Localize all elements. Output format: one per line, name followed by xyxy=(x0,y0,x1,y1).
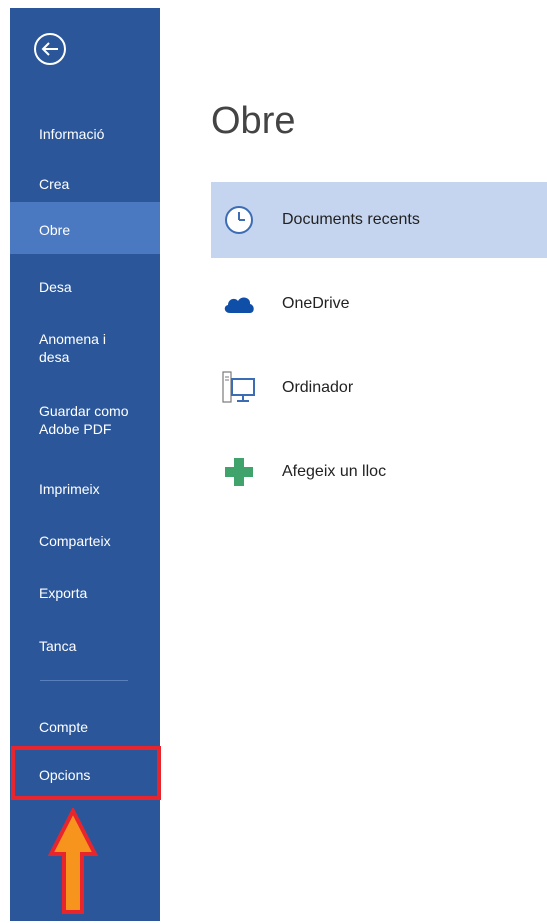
backstage-sidebar: Informació Crea Obre Desa Anomena i desa… xyxy=(10,8,160,921)
nav-item-label: Obre xyxy=(39,222,71,238)
location-onedrive[interactable]: OneDrive xyxy=(211,266,547,342)
nav-item-opcions[interactable]: Opcions xyxy=(10,748,160,800)
location-label: OneDrive xyxy=(282,295,350,312)
cloud-icon xyxy=(219,284,259,324)
nav-item-label: Guardar como Adobe PDF xyxy=(39,403,129,437)
up-arrow-icon xyxy=(48,808,98,914)
backstage-view: Informació Crea Obre Desa Anomena i desa… xyxy=(0,0,547,923)
nav-item-label: Desa xyxy=(39,279,72,295)
nav-item-label: Opcions xyxy=(39,767,91,783)
nav-item-crea[interactable]: Crea xyxy=(10,171,160,201)
nav-item-desa[interactable]: Desa xyxy=(10,274,160,304)
back-arrow-icon xyxy=(34,33,66,65)
nav-item-tanca[interactable]: Tanca xyxy=(10,633,160,663)
page-title: Obre xyxy=(211,100,296,142)
nav-divider xyxy=(40,680,128,681)
nav-item-label: Tanca xyxy=(39,638,77,654)
nav-item-label: Informació xyxy=(39,126,105,142)
plus-icon xyxy=(219,452,259,492)
clock-icon xyxy=(219,200,259,240)
location-label: Ordinador xyxy=(282,379,354,396)
nav-item-label: Crea xyxy=(39,176,70,192)
location-add-place[interactable]: Afegeix un lloc xyxy=(211,434,547,510)
nav-item-compte[interactable]: Compte xyxy=(10,714,160,744)
nav-item-label: Anomena i desa xyxy=(39,331,106,365)
nav-item-label: Comparteix xyxy=(39,533,111,549)
nav-item-label: Exporta xyxy=(39,585,88,601)
nav-item-informacio[interactable]: Informació xyxy=(10,117,160,151)
nav-item-anomena-i-desa[interactable]: Anomena i desa xyxy=(10,326,140,372)
computer-icon xyxy=(219,368,259,408)
annotation-arrow xyxy=(48,808,98,916)
nav-item-label: Compte xyxy=(39,719,89,735)
location-recent-documents[interactable]: Documents recents xyxy=(211,182,547,258)
location-label: Documents recents xyxy=(282,211,420,228)
nav-item-imprimeix[interactable]: Imprimeix xyxy=(10,476,160,506)
nav-item-exporta[interactable]: Exporta xyxy=(10,580,160,610)
location-label: Afegeix un lloc xyxy=(282,463,387,480)
nav-item-guardar-adobe-pdf[interactable]: Guardar como Adobe PDF xyxy=(10,398,150,444)
back-button[interactable] xyxy=(33,32,67,66)
nav-item-comparteix[interactable]: Comparteix xyxy=(10,528,160,558)
nav-item-label: Imprimeix xyxy=(39,481,100,497)
location-ordinador[interactable]: Ordinador xyxy=(211,350,547,426)
nav-item-obre[interactable]: Obre xyxy=(10,202,160,254)
